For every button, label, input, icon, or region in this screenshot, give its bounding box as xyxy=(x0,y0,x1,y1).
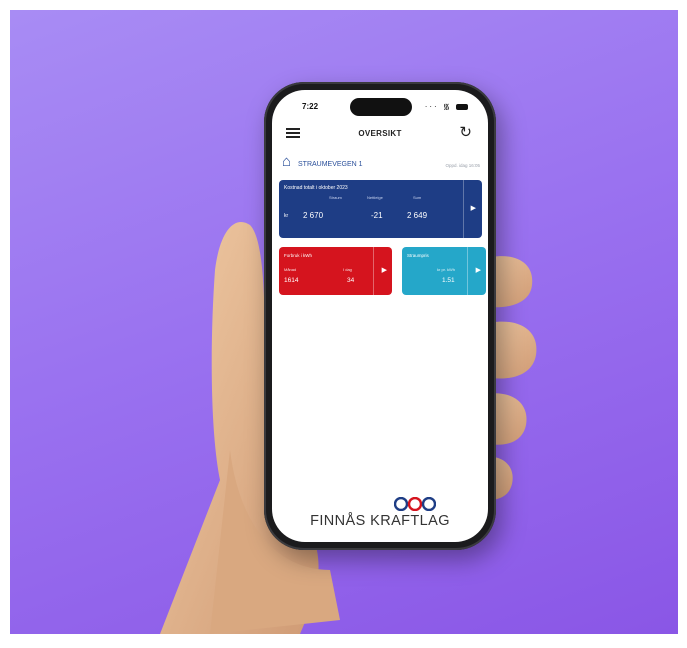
refresh-icon[interactable]: ↻ xyxy=(459,125,472,140)
address-label: STRAUMEVEGEN 1 xyxy=(298,161,363,168)
logo-text: FINNÅS KRAFTLAG xyxy=(310,513,450,529)
signal-icon: ··· xyxy=(424,102,439,111)
status-icons: ··· ᯾ xyxy=(425,101,468,112)
battery-icon xyxy=(456,103,468,110)
phone-screen: 7:22 ··· ᯾ OVERSIKT ↻ ⌂ STRAUMEVEGEN 1 O… xyxy=(272,90,488,542)
address-row[interactable]: ⌂ STRAUMEVEGEN 1 Oppd. idag 16:05 xyxy=(282,154,480,174)
price-unit-label: kr pr. kWh xyxy=(437,267,456,272)
value-sum: 2 649 xyxy=(407,211,428,220)
logo-mark-icon xyxy=(394,497,436,511)
page-title: OVERSIKT xyxy=(358,129,402,138)
status-bar: 7:22 ··· ᯾ xyxy=(272,90,488,122)
updated-timestamp: Oppd. idag 16:05 xyxy=(445,163,480,168)
consumption-today-label: I dag xyxy=(343,267,352,272)
value-nettleige: -21 xyxy=(371,211,383,220)
status-time: 7:22 xyxy=(302,102,319,111)
col-header-straum: Straum xyxy=(329,195,342,200)
currency-unit: kr xyxy=(284,213,289,219)
col-header-nettleige: Nettleige xyxy=(367,195,383,200)
consumption-title: Forbruk i kWh xyxy=(284,253,313,258)
consumption-month-value: 1614 xyxy=(284,277,299,284)
play-arrow-icon[interactable]: ▶ xyxy=(382,266,387,274)
price-card[interactable]: Straumpris kr pr. kWh 1.51 ▶ xyxy=(402,247,486,295)
nav-bar: OVERSIKT ↻ xyxy=(272,122,488,146)
col-header-sum: Sum xyxy=(413,195,422,200)
wifi-icon: ᯾ xyxy=(442,102,452,111)
photo-background: 7:22 ··· ᯾ OVERSIKT ↻ ⌂ STRAUMEVEGEN 1 O… xyxy=(10,10,678,634)
consumption-card[interactable]: Forbruk i kWh Månad I dag 1614 34 ▶ xyxy=(279,247,392,295)
value-straum: 2 670 xyxy=(303,211,324,220)
cost-card-title: Kostnad totalt i oktober 2023 xyxy=(284,185,348,191)
play-arrow-icon[interactable]: ▶ xyxy=(476,266,481,274)
card-divider xyxy=(373,247,374,295)
consumption-today-value: 34 xyxy=(347,277,355,284)
company-logo: FINNÅS KRAFTLAG xyxy=(272,495,488,535)
cost-card[interactable]: Kostnad totalt i oktober 2023 Straum Net… xyxy=(279,180,482,238)
card-divider xyxy=(463,180,464,238)
home-icon: ⌂ xyxy=(282,153,292,170)
play-arrow-icon[interactable]: ▶ xyxy=(471,204,476,212)
phone-frame: 7:22 ··· ᯾ OVERSIKT ↻ ⌂ STRAUMEVEGEN 1 O… xyxy=(264,82,496,550)
price-value: 1.51 xyxy=(442,277,455,284)
consumption-month-label: Månad xyxy=(284,267,297,272)
card-divider xyxy=(467,247,468,295)
dynamic-island xyxy=(350,98,412,116)
price-title: Straumpris xyxy=(407,253,429,258)
